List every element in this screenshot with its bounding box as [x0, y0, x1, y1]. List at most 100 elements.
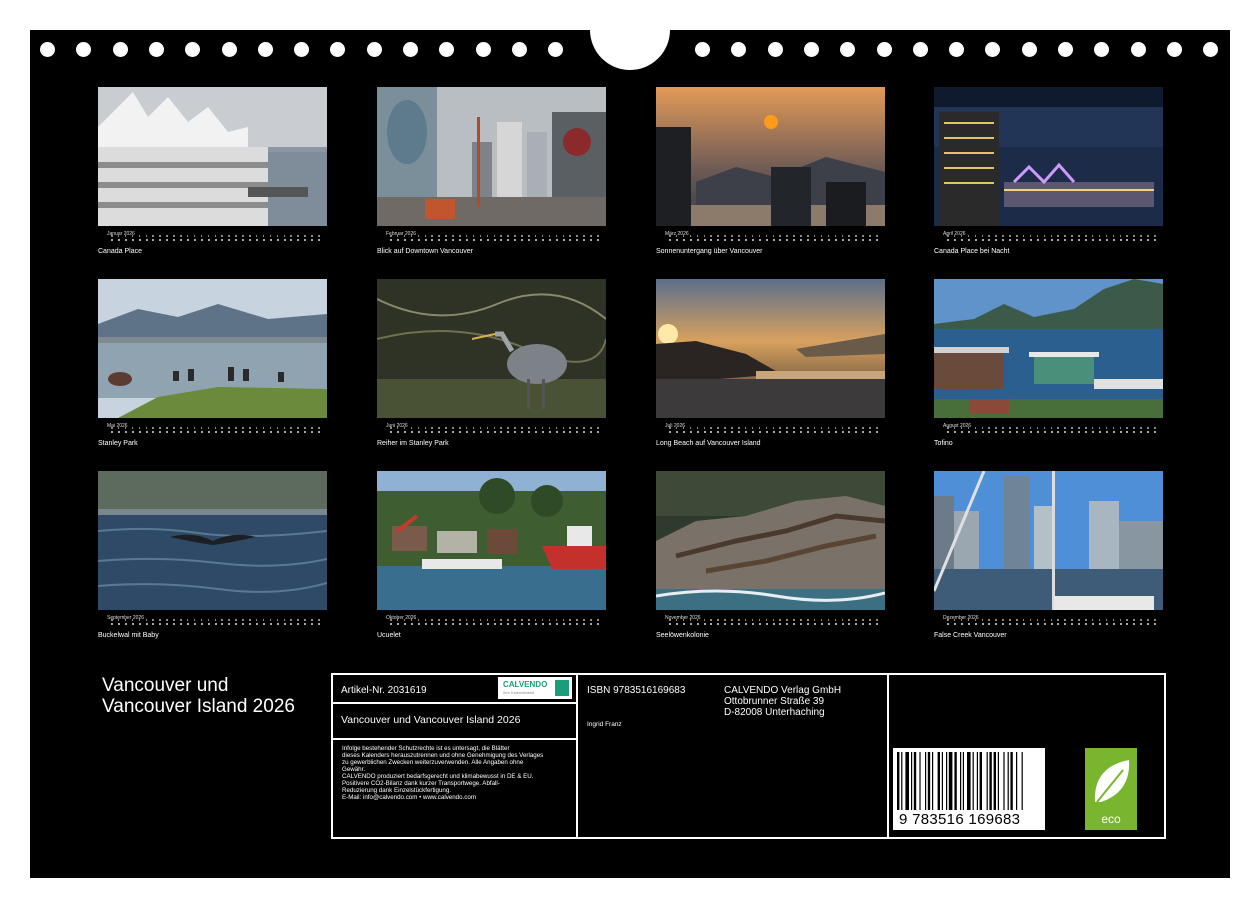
weekday-mark: [800, 235, 802, 237]
binding-hole: [949, 42, 965, 57]
day-number-mark: [751, 239, 754, 241]
binding-hole: [76, 42, 92, 57]
weekday-mark: [221, 619, 223, 621]
weekday-mark: [855, 427, 857, 429]
day-number-mark: [967, 623, 970, 625]
day-number-mark: [738, 239, 740, 241]
weekday-mark: [1112, 619, 1115, 621]
day-number-mark: [834, 431, 837, 433]
day-number-mark: [445, 623, 448, 625]
weekday-mark: [590, 619, 592, 621]
day-number-mark: [848, 431, 851, 433]
day-number-mark: [724, 431, 727, 433]
day-number-mark: [1029, 239, 1032, 241]
day-number-mark: [717, 431, 720, 433]
day-number-mark: [717, 239, 720, 241]
weekday-mark: [541, 235, 544, 237]
weekday-mark: [500, 235, 502, 237]
weekday-mark: [1050, 619, 1053, 621]
day-number-mark: [583, 623, 586, 625]
weekday-mark: [981, 427, 984, 429]
weekday-mark: [438, 619, 440, 621]
day-number-mark: [689, 239, 692, 241]
weekday-mark: [438, 235, 440, 237]
day-number-mark: [1009, 239, 1012, 241]
day-number-mark: [486, 623, 489, 625]
day-number-mark: [1050, 239, 1053, 241]
weekday-mark: [297, 427, 299, 429]
weekday-mark: [138, 427, 141, 429]
divider: [331, 702, 578, 704]
day-number-mark: [1147, 431, 1150, 433]
day-grid: [947, 619, 1162, 627]
weekday-mark: [396, 619, 399, 621]
weekday-mark: [138, 235, 141, 237]
day-number-mark: [669, 623, 671, 625]
day-number-mark: [848, 239, 851, 241]
binding-hole: [912, 42, 928, 57]
binding-hole: [1130, 42, 1146, 57]
binding-hole: [548, 42, 564, 57]
weekday-mark: [521, 427, 523, 429]
day-number-mark: [947, 623, 949, 625]
weekday-mark: [486, 619, 489, 621]
day-number-mark: [283, 239, 286, 241]
weekday-mark: [390, 235, 392, 237]
day-number-mark: [500, 623, 503, 625]
weekday-mark: [786, 427, 788, 429]
day-number-mark: [675, 431, 678, 433]
day-number-mark: [981, 623, 984, 625]
weekday-mark: [779, 427, 781, 429]
weekday-mark: [751, 619, 754, 621]
day-number-mark: [682, 239, 685, 241]
month-card-maerz: März 2026 Sonnenuntergang über Vancouver: [656, 87, 885, 257]
weekday-mark: [862, 427, 864, 429]
day-number-mark: [311, 431, 314, 433]
day-number-mark: [500, 431, 503, 433]
weekday-mark: [967, 619, 970, 621]
weekday-mark: [569, 619, 571, 621]
day-number-mark: [255, 431, 258, 433]
weekday-mark: [751, 427, 754, 429]
weekday-mark: [583, 427, 585, 429]
day-number-mark: [555, 239, 558, 241]
day-number-mark: [1085, 431, 1087, 433]
day-number-mark: [403, 431, 406, 433]
day-number-mark: [834, 239, 837, 241]
day-number-mark: [290, 623, 293, 625]
weekday-mark: [479, 235, 482, 237]
weekday-mark: [1126, 427, 1128, 429]
weekday-mark: [1126, 235, 1128, 237]
weekday-mark: [180, 427, 182, 429]
day-number-mark: [827, 623, 830, 625]
weekday-mark: [960, 235, 963, 237]
weekday-mark: [214, 619, 217, 621]
weekday-mark: [297, 619, 299, 621]
weekday-mark: [255, 427, 258, 429]
month-card-september: September 2026 Buckelwal mit Baby: [98, 471, 327, 641]
day-number-mark: [424, 431, 427, 433]
weekday-mark: [1147, 235, 1149, 237]
weekday-mark: [1016, 235, 1018, 237]
day-number-mark: [514, 431, 517, 433]
day-number-mark: [528, 239, 530, 241]
weekday-mark: [283, 427, 286, 429]
binding-hole: [185, 42, 201, 57]
photo-long-beach: [656, 279, 885, 418]
month-card-april: April 2026 Canada Place bei Nacht: [934, 87, 1163, 257]
day-number-mark: [1098, 623, 1101, 625]
weekday-mark: [459, 619, 461, 621]
day-number-mark: [548, 623, 551, 625]
weekday-mark: [834, 619, 837, 621]
day-number-mark: [1147, 239, 1150, 241]
day-number-mark: [297, 623, 300, 625]
day-number-mark: [793, 623, 796, 625]
day-number-mark: [1064, 623, 1067, 625]
barcode-bar: [911, 752, 913, 810]
day-number-mark: [731, 623, 734, 625]
publisher-name: CALVENDO Verlag GmbH: [724, 685, 842, 696]
day-number-mark: [1085, 239, 1087, 241]
weekday-mark: [249, 235, 251, 237]
weekday-mark: [1140, 619, 1142, 621]
day-number-mark: [772, 623, 775, 625]
